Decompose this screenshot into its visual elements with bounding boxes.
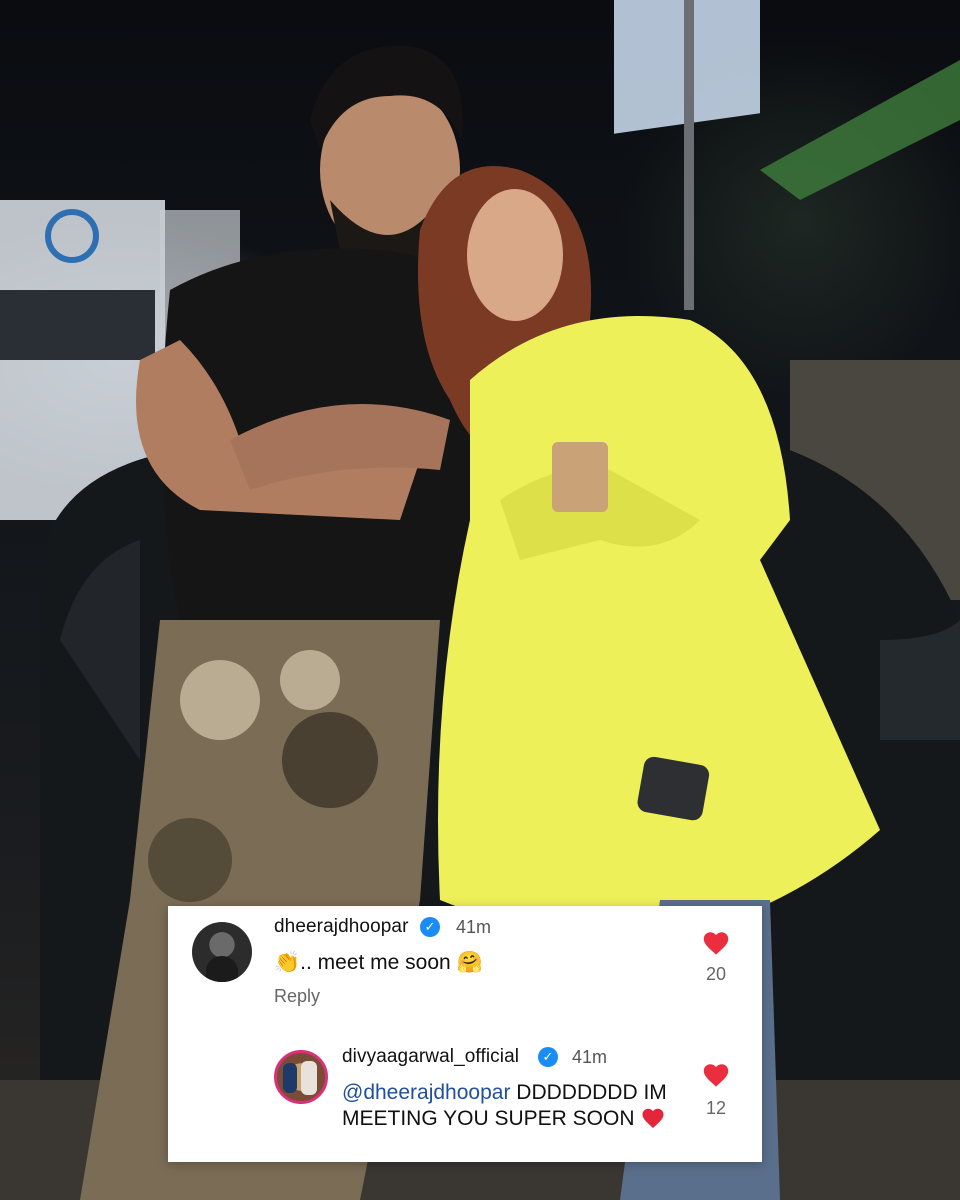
comment-username[interactable]: dheerajdhoopar [274, 916, 409, 938]
clap-icon: 👏 [274, 951, 301, 974]
comment-username[interactable]: divyaagarwal_official [342, 1046, 519, 1068]
comment-text: 👏.. meet me soon 🤗 [274, 950, 483, 976]
comment: dheerajdhoopar ✓ 41m 👏.. meet me soon 🤗 … [168, 906, 762, 1026]
comment-timestamp: 41m [456, 917, 492, 937]
verified-badge-icon: ✓ [420, 917, 440, 937]
commenter-avatar[interactable] [274, 1050, 328, 1104]
comment-text: @dheerajdhoopar DDDDDDDD IM MEETING YOU … [342, 1080, 702, 1132]
comments-card: dheerajdhoopar ✓ 41m 👏.. meet me soon 🤗 … [168, 906, 762, 1162]
mention-link[interactable]: @dheerajdhoopar [342, 1081, 510, 1104]
comment-timestamp: 41m [572, 1047, 608, 1067]
like-heart-icon[interactable] [702, 1062, 730, 1088]
reply-comment: divyaagarwal_official ✓ 41m @dheerajdhoo… [168, 1036, 762, 1162]
like-count: 12 [705, 1098, 727, 1118]
comment-body: .. meet me soon 🤗 [300, 951, 483, 974]
reply-button[interactable]: Reply [274, 986, 320, 1007]
verified-badge-icon: ✓ [538, 1047, 558, 1067]
red-heart-icon [642, 1108, 664, 1128]
commenter-avatar[interactable] [192, 922, 252, 982]
like-count: 20 [705, 964, 727, 984]
like-heart-icon[interactable] [702, 930, 730, 956]
